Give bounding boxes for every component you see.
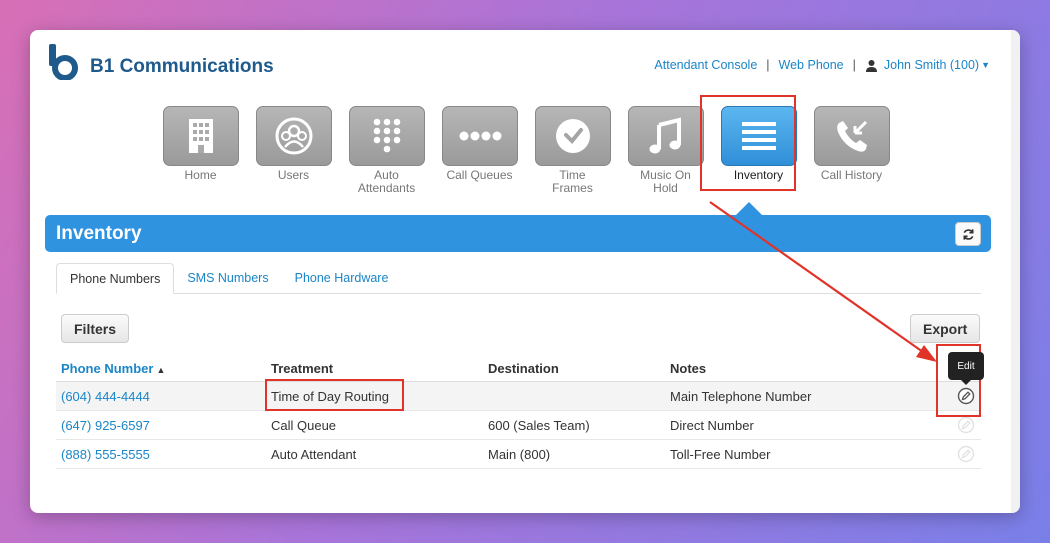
dots-icon — [459, 131, 501, 141]
toolbar-label: Call History — [820, 168, 883, 182]
tooltip-arrow — [961, 380, 971, 385]
annotation-highlight-treatment — [265, 379, 404, 411]
treatment-cell: Auto Attendant — [271, 446, 357, 462]
user-icon — [865, 59, 877, 72]
attendant-console-link[interactable]: Attendant Console — [654, 58, 757, 72]
refresh-button[interactable] — [955, 222, 981, 246]
inventory-table: Phone Number ▲ Treatment Destination Note… — [56, 355, 981, 469]
web-phone-link[interactable]: Web Phone — [779, 58, 844, 72]
refresh-icon — [962, 228, 974, 240]
toolbar-label: Time Frames — [552, 168, 593, 195]
phone-number-link[interactable]: (604) 444-4444 — [56, 389, 271, 404]
notes-cell: Main Telephone Number — [670, 388, 812, 404]
column-destination: Destination — [488, 360, 559, 376]
tab-sms-numbers[interactable]: SMS Numbers — [174, 263, 281, 294]
section-header: Inventory — [45, 215, 991, 252]
filters-button[interactable]: Filters — [61, 314, 130, 343]
time-frames-tile[interactable] — [534, 106, 611, 166]
tab-phone-hardware[interactable]: Phone Hardware — [282, 263, 402, 294]
top-links: Attendant Console | Web Phone | John Smi… — [654, 58, 990, 72]
treatment-cell: Call Queue — [271, 417, 337, 433]
tab-bar: Phone Numbers SMS Numbers Phone Hardware — [56, 263, 981, 294]
column-notes: Notes — [670, 360, 707, 376]
section-title: Inventory — [56, 223, 142, 244]
call-history-tile[interactable] — [813, 106, 890, 166]
separator: | — [766, 58, 770, 72]
table-row: (888) 555-5555 Auto Attendant Main (800)… — [56, 440, 981, 469]
export-button[interactable]: Export — [910, 314, 981, 343]
toolbar-call-history[interactable]: Call History — [805, 106, 898, 195]
auto-attendants-tile[interactable] — [348, 106, 425, 166]
home-tile[interactable] — [162, 106, 239, 166]
phone-number-link[interactable]: (647) 925-6597 — [56, 418, 271, 433]
clock-icon — [555, 119, 590, 153]
notes-cell: Toll-Free Number — [670, 446, 771, 462]
column-phone-number[interactable]: Phone Number ▲ — [56, 361, 271, 376]
user-menu[interactable]: John Smith (100) — [884, 58, 979, 72]
column-treatment: Treatment — [271, 360, 334, 376]
edit-icon[interactable] — [957, 445, 975, 463]
edit-icon[interactable] — [957, 416, 975, 434]
toolbar-label: Call Queues — [446, 168, 513, 182]
table-header: Phone Number ▲ Treatment Destination Note… — [56, 355, 981, 382]
call-queues-tile[interactable] — [441, 106, 518, 166]
toolbar-home[interactable]: Home — [154, 106, 247, 195]
column-label[interactable]: Phone Number — [61, 361, 153, 376]
annotation-highlight-inventory — [700, 95, 796, 191]
toolbar-label: Auto Attendants — [357, 168, 416, 195]
destination-cell: 600 (Sales Team) — [488, 417, 590, 433]
music-note-icon — [649, 117, 681, 154]
chevron-down-icon[interactable]: ▼ — [981, 60, 990, 70]
toolbar-users[interactable]: Users — [247, 106, 340, 195]
table-row: (604) 444-4444 Time of Day Routing Main … — [56, 382, 981, 411]
separator: | — [852, 58, 856, 72]
users-icon — [275, 117, 312, 155]
toolbar-music-on-hold[interactable]: Music On Hold — [619, 106, 712, 195]
toolbar-label: Home — [184, 168, 217, 182]
toolbar-call-queues[interactable]: Call Queues — [433, 106, 526, 195]
keypad-icon — [373, 118, 400, 153]
app-window: B1 Communications Attendant Console | We… — [30, 30, 1020, 513]
toolbar-auto-attendants[interactable]: Auto Attendants — [340, 106, 433, 195]
brand-name: B1 Communications — [90, 56, 274, 77]
phone-icon — [836, 120, 867, 152]
edit-tooltip: Edit — [948, 352, 984, 380]
toolbar-time-frames[interactable]: Time Frames — [526, 106, 619, 195]
toolbar-label: Music On Hold — [640, 168, 691, 195]
building-icon — [188, 119, 213, 153]
scrollbar-track[interactable] — [1011, 30, 1020, 513]
music-on-hold-tile[interactable] — [627, 106, 704, 166]
edit-button[interactable] — [950, 416, 981, 434]
notes-cell: Direct Number — [670, 417, 754, 433]
users-tile[interactable] — [255, 106, 332, 166]
sort-asc-icon[interactable]: ▲ — [156, 365, 165, 375]
destination-cell: Main (800) — [488, 446, 551, 462]
edit-button[interactable] — [950, 445, 981, 463]
b1-logo-icon — [49, 44, 78, 80]
tab-phone-numbers[interactable]: Phone Numbers — [56, 263, 175, 294]
toolbar-label: Users — [277, 168, 310, 182]
phone-number-link[interactable]: (888) 555-5555 — [56, 447, 271, 462]
brand: B1 Communications — [46, 44, 274, 80]
table-row: (647) 925-6597 Call Queue 600 (Sales Tea… — [56, 411, 981, 440]
active-pointer — [735, 202, 763, 216]
